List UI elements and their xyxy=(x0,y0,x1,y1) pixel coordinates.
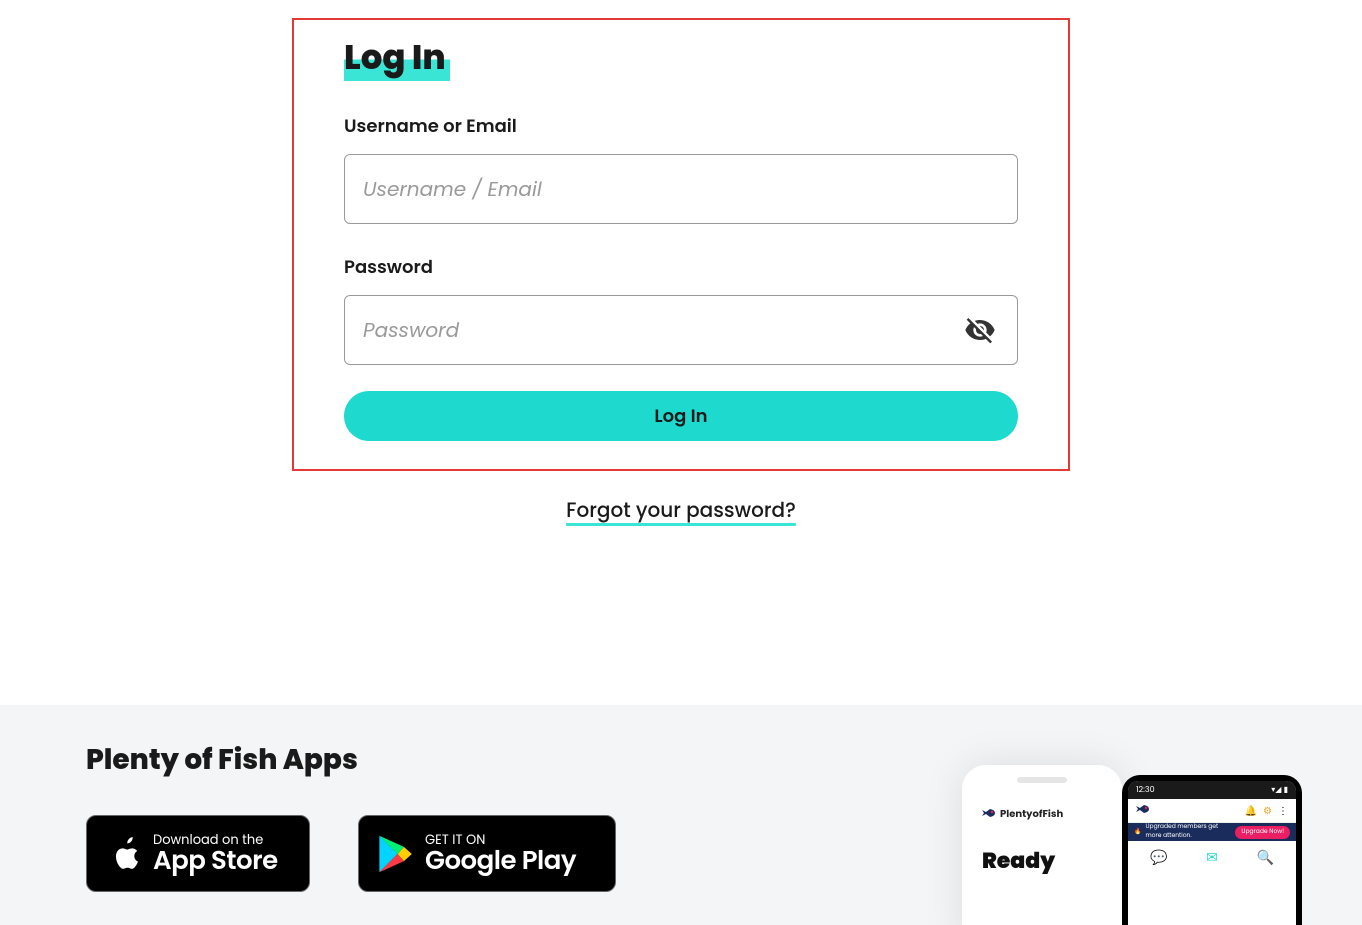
bottom-nav: 💬 ✉ 🔍 xyxy=(1128,841,1296,873)
app-store-text: Download on the App Store xyxy=(153,833,278,875)
forgot-password-container: Forgot your password? xyxy=(0,495,1362,525)
username-input[interactable] xyxy=(344,154,1018,224)
apps-section: Plenty of Fish Apps Download on the App … xyxy=(0,705,1362,925)
status-icons: ▾◢ ▮ xyxy=(1271,784,1288,796)
google-play-text: GET IT ON Google Play xyxy=(425,833,576,875)
mail-icon: ✉ xyxy=(1202,847,1222,867)
forgot-password-link[interactable]: Forgot your password? xyxy=(566,496,796,524)
upgrade-button: Upgrade Now! xyxy=(1235,826,1290,839)
login-title: Log In xyxy=(344,33,450,81)
login-box: Log In Username or Email Password Log In xyxy=(292,18,1070,471)
pof-brand-text: PlentyofFish xyxy=(1000,806,1063,822)
more-icon: ⋮ xyxy=(1278,803,1288,819)
password-wrapper xyxy=(344,295,1018,365)
gear-icon: ⚙ xyxy=(1263,803,1272,819)
google-play-icon xyxy=(377,832,415,876)
phone-headline: Ready xyxy=(982,844,1112,877)
toggle-password-visibility-icon[interactable] xyxy=(964,314,996,346)
chat-icon: 💬 xyxy=(1149,847,1169,867)
password-field-group: Password xyxy=(344,254,1018,365)
phone-notch xyxy=(1017,777,1067,783)
search-icon: 🔍 xyxy=(1255,847,1275,867)
status-time: 12:30 xyxy=(1136,784,1155,796)
login-button[interactable]: Log In xyxy=(344,391,1018,441)
phone-mockup-ios: PlentyofFish Ready xyxy=(962,765,1122,925)
app-store-large-text: App Store xyxy=(153,847,278,875)
phone-mockup-android: 12:30 ▾◢ ▮ 🔔 ⚙ ⋮ 🔥 Upgraded members get xyxy=(1122,775,1302,925)
header-icons: 🔔 ⚙ ⋮ xyxy=(1245,803,1288,819)
pof-logo: PlentyofFish xyxy=(982,803,1112,824)
google-play-large-text: Google Play xyxy=(425,847,576,875)
bell-icon: 🔔 xyxy=(1245,803,1257,819)
username-field-group: Username or Email xyxy=(344,113,1018,224)
app-store-badge[interactable]: Download on the App Store xyxy=(86,815,310,892)
fish-icon xyxy=(1136,802,1150,820)
password-input[interactable] xyxy=(344,295,1018,365)
fish-icon xyxy=(982,803,996,824)
android-status-bar: 12:30 ▾◢ ▮ xyxy=(1128,781,1296,799)
upgrade-text: Upgraded members get more attention. xyxy=(1145,823,1231,841)
app-header: 🔔 ⚙ ⋮ xyxy=(1128,799,1296,823)
android-screen: 12:30 ▾◢ ▮ 🔔 ⚙ ⋮ 🔥 Upgraded members get xyxy=(1128,781,1296,925)
flame-icon: 🔥 xyxy=(1134,828,1141,837)
apple-icon xyxy=(105,832,143,876)
password-label: Password xyxy=(344,254,1018,281)
google-play-badge[interactable]: GET IT ON Google Play xyxy=(358,815,616,892)
phone-mockups: PlentyofFish Ready 12:30 ▾◢ ▮ 🔔 ⚙ ⋮ xyxy=(962,745,1302,925)
username-label: Username or Email xyxy=(344,113,1018,140)
upgrade-banner: 🔥 Upgraded members get more attention. U… xyxy=(1128,823,1296,841)
